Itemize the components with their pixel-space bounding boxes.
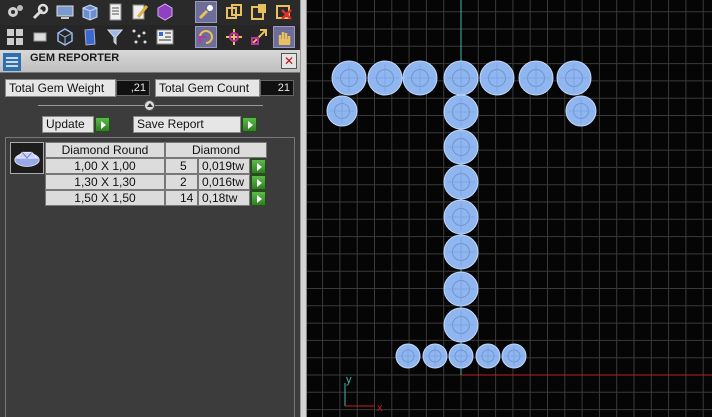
main-toolbar xyxy=(0,0,300,25)
grid-icon[interactable] xyxy=(4,26,26,48)
gem-diamond[interactable] xyxy=(565,95,597,127)
table-row-count: 14 xyxy=(165,190,198,206)
table-row-size: 1,50 X 1,50 xyxy=(45,190,165,206)
table-row-weight: 0,18tw xyxy=(198,190,250,206)
monitor-icon[interactable] xyxy=(54,1,76,23)
rotate-icon[interactable] xyxy=(195,26,217,48)
panel-title: GEM REPORTER xyxy=(30,52,120,64)
axis-gizmo-x-label: x xyxy=(377,402,383,414)
table-row-select-button[interactable] xyxy=(251,191,266,206)
table-row-weight: 0,019tw xyxy=(198,158,250,174)
secondary-toolbar xyxy=(0,25,300,50)
total-gem-weight-value: ,21 xyxy=(116,80,150,96)
brush-icon[interactable] xyxy=(195,1,217,23)
wrench-icon[interactable] xyxy=(29,1,51,23)
box-icon[interactable] xyxy=(79,1,101,23)
gem-diamond[interactable] xyxy=(402,60,438,96)
gem-diamond[interactable] xyxy=(501,343,527,369)
left-panel: GEM REPORTER ✕ Total Gem Weight ,21 Tota… xyxy=(0,0,300,417)
gem-diamond[interactable] xyxy=(443,60,479,96)
panel-splitter[interactable] xyxy=(300,0,307,417)
gem-reporter-icon xyxy=(2,52,22,72)
cube-icon[interactable] xyxy=(154,1,176,23)
total-gem-count-label: Total Gem Count xyxy=(155,79,260,97)
gem-diamond[interactable] xyxy=(479,60,515,96)
table-row-weight: 0,016tw xyxy=(198,174,250,190)
scale-icon[interactable] xyxy=(248,26,270,48)
gem-diamond[interactable] xyxy=(443,234,479,270)
axis-gizmo-y-label: y xyxy=(346,374,352,386)
paste-icon[interactable] xyxy=(248,1,270,23)
gem-diamond[interactable] xyxy=(443,129,479,165)
gem-diamond[interactable] xyxy=(331,60,367,96)
gem-diamond[interactable] xyxy=(443,94,479,130)
gem-diamond[interactable] xyxy=(518,60,554,96)
table-row-count: 5 xyxy=(165,158,198,174)
diamond-round-thumbnail[interactable] xyxy=(10,142,44,174)
scatter-icon[interactable] xyxy=(129,26,151,48)
gem-diamond[interactable] xyxy=(443,164,479,200)
list-panel-icon[interactable] xyxy=(154,26,176,48)
table-row-count: 2 xyxy=(165,174,198,190)
pencil-icon[interactable] xyxy=(129,1,151,23)
gem-diamond[interactable] xyxy=(448,343,474,369)
gem-diamond[interactable] xyxy=(475,343,501,369)
column-header-diamond-round: Diamond Round xyxy=(45,142,165,158)
3d-viewport[interactable]: y x xyxy=(307,0,712,417)
wireframe-cube-icon[interactable] xyxy=(54,26,76,48)
column-header-diamond: Diamond xyxy=(165,142,267,158)
filter-icon[interactable] xyxy=(104,26,126,48)
table-row-size: 1,30 X 1,30 xyxy=(45,174,165,190)
gears-icon[interactable] xyxy=(4,1,26,23)
gem-diamond[interactable] xyxy=(395,343,421,369)
save-report-button[interactable] xyxy=(242,117,257,132)
panel-title-bar: GEM REPORTER ✕ xyxy=(0,50,300,73)
total-gem-count-value: 21 xyxy=(260,80,294,96)
book-icon[interactable] xyxy=(79,26,101,48)
table-row-size: 1,00 X 1,00 xyxy=(45,158,165,174)
update-button[interactable] xyxy=(95,117,110,132)
gem-diamond[interactable] xyxy=(443,307,479,343)
gem-diamond[interactable] xyxy=(326,95,358,127)
save-report-button-label: Save Report xyxy=(133,116,241,133)
viewport-canvas[interactable]: y x xyxy=(307,0,712,417)
gem-diamond[interactable] xyxy=(556,60,592,96)
collapse-toggle-icon[interactable] xyxy=(144,100,155,111)
screen-icon[interactable] xyxy=(29,26,51,48)
move-icon[interactable] xyxy=(223,26,245,48)
document-icon[interactable] xyxy=(104,1,126,23)
table-row-select-button[interactable] xyxy=(251,175,266,190)
copy-transform-icon[interactable] xyxy=(223,1,245,23)
delete-icon[interactable] xyxy=(273,1,295,23)
gem-diamond[interactable] xyxy=(443,199,479,235)
gem-diamond[interactable] xyxy=(443,271,479,307)
hand-icon[interactable] xyxy=(273,26,295,48)
gem-diamond[interactable] xyxy=(367,60,403,96)
total-gem-weight-label: Total Gem Weight xyxy=(5,79,116,97)
gem-diamond[interactable] xyxy=(422,343,448,369)
update-button-label: Update xyxy=(42,116,94,133)
table-row-select-button[interactable] xyxy=(251,159,266,174)
close-icon[interactable]: ✕ xyxy=(281,53,297,69)
